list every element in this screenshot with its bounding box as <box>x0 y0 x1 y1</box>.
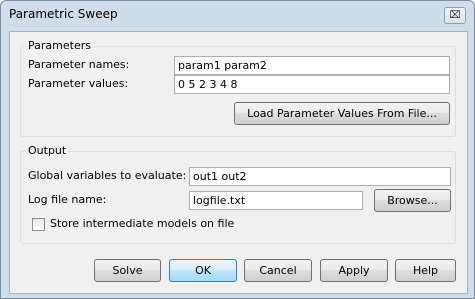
dialog-body: Parameters Parameter names: Parameter va… <box>9 31 468 294</box>
parameter-names-input[interactable] <box>174 56 450 75</box>
help-button[interactable]: Help <box>395 259 456 282</box>
apply-button[interactable]: Apply <box>320 259 388 282</box>
store-intermediate-checkbox[interactable] <box>32 218 45 231</box>
log-file-label: Log file name: <box>28 193 107 206</box>
solve-button[interactable]: Solve <box>94 259 161 282</box>
title-bar[interactable]: Parametric Sweep ⌧ <box>1 1 474 31</box>
browse-button[interactable]: Browse... <box>374 189 451 212</box>
parameters-group-title: Parameters <box>26 39 93 52</box>
store-intermediate-label[interactable]: Store intermediate models on file <box>50 217 234 230</box>
close-button[interactable]: ⌧ <box>444 7 466 24</box>
parameter-values-label: Parameter values: <box>28 77 129 90</box>
output-group: Output Global variables to evaluate: Log… <box>20 144 456 244</box>
ok-button[interactable]: OK <box>169 259 237 282</box>
global-variables-label: Global variables to evaluate: <box>28 169 187 182</box>
global-variables-input[interactable] <box>189 167 451 186</box>
parameters-group: Parameters Parameter names: Parameter va… <box>20 39 456 137</box>
dialog-window: Parametric Sweep ⌧ Parameters Parameter … <box>0 0 475 299</box>
cancel-button[interactable]: Cancel <box>244 259 312 282</box>
output-group-title: Output <box>26 144 69 157</box>
load-parameter-values-button[interactable]: Load Parameter Values From File... <box>234 102 450 125</box>
parameter-names-label: Parameter names: <box>28 58 130 71</box>
log-file-input[interactable] <box>189 191 363 210</box>
close-icon: ⌧ <box>449 10 461 21</box>
parameter-values-input[interactable] <box>174 75 450 94</box>
dialog-title: Parametric Sweep <box>9 7 118 21</box>
